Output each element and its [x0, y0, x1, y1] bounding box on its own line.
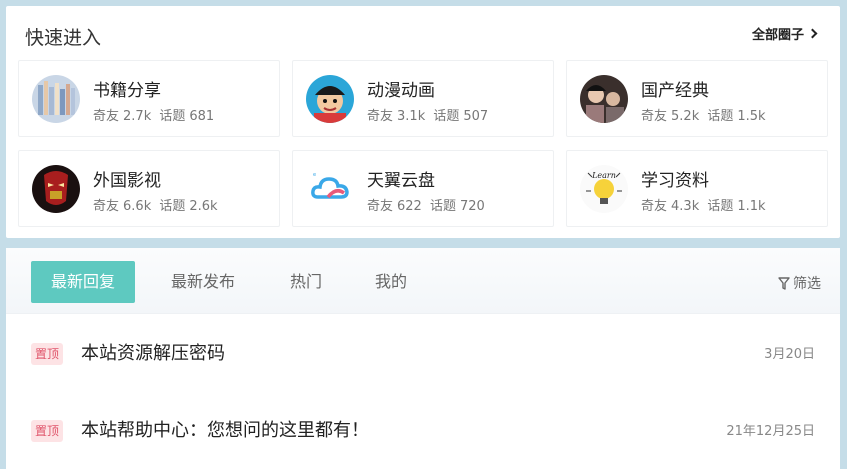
circle-name: 外国影视	[93, 171, 161, 191]
circle-card-anime[interactable]: 动漫动画 奇友 3.1k 话题 507	[292, 60, 554, 137]
books-avatar	[32, 75, 80, 123]
tab-latest-post[interactable]: 最新发布	[171, 261, 235, 303]
post-list-panel: 最新回复 最新发布 热门 我的 筛选 置顶 本站资源解压密码 3月20日 置顶 …	[6, 248, 840, 469]
circle-stats: 奇友 622 话题 720	[367, 199, 485, 214]
circle-card-books[interactable]: 书籍分享 奇友 2.7k 话题 681	[18, 60, 280, 137]
circle-stats: 奇友 3.1k 话题 507	[367, 109, 489, 124]
circle-card-study-materials[interactable]: Learn 学习资料 奇友 4.3k 话题 1.1k	[566, 150, 828, 227]
cloud-icon: e	[306, 165, 354, 213]
circle-stats: 奇友 2.7k 话题 681	[93, 109, 215, 124]
pinned-badge: 置顶	[31, 420, 64, 442]
classics-avatar	[580, 75, 628, 123]
quick-entry-title: 快速进入	[25, 27, 102, 49]
tab-mine[interactable]: 我的	[375, 261, 407, 303]
circle-stats: 奇友 5.2k 话题 1.5k	[641, 109, 766, 124]
pinned-badge: 置顶	[31, 343, 64, 365]
filter-button[interactable]: 筛选	[778, 273, 821, 293]
svg-text:Learn: Learn	[591, 171, 616, 180]
circle-name: 动漫动画	[367, 81, 435, 101]
circle-name: 国产经典	[641, 81, 709, 101]
circle-name: 天翼云盘	[367, 171, 435, 191]
post-row[interactable]: 置顶 本站资源解压密码 3月20日	[6, 323, 840, 383]
circle-card-tianyi-cloud[interactable]: e 天翼云盘 奇友 622 话题 720	[292, 150, 554, 227]
post-title[interactable]: 本站资源解压密码	[81, 339, 225, 365]
anime-avatar	[306, 75, 354, 123]
chevron-right-icon	[807, 28, 818, 39]
post-row[interactable]: 置顶 本站帮助中心：您想问的这里都有！ 21年12月25日	[6, 400, 840, 460]
all-circles-label: 全部圈子	[751, 28, 804, 43]
svg-text:e: e	[313, 172, 316, 178]
circle-card-domestic-classics[interactable]: 国产经典 奇友 5.2k 话题 1.5k	[566, 60, 828, 137]
post-tabs: 最新回复 最新发布 热门 我的 筛选	[6, 248, 840, 314]
all-circles-link[interactable]: 全部圈子	[751, 24, 818, 43]
quick-entry-panel: 快速进入 全部圈子 书籍分享 奇友 2.7k 话题 681 动漫动画 奇友 3.…	[6, 6, 840, 238]
tab-hot[interactable]: 热门	[290, 261, 322, 303]
circle-name: 书籍分享	[93, 81, 161, 101]
post-date: 3月20日	[764, 347, 815, 362]
tab-latest-reply[interactable]: 最新回复	[31, 261, 136, 303]
circle-name: 学习资料	[641, 171, 709, 191]
filter-label: 筛选	[793, 276, 821, 292]
foreign-film-avatar	[32, 165, 80, 213]
post-title[interactable]: 本站帮助中心：您想问的这里都有！	[81, 416, 369, 442]
post-date: 21年12月25日	[726, 424, 815, 439]
circle-stats: 奇友 4.3k 话题 1.1k	[641, 199, 766, 214]
funnel-icon	[778, 276, 790, 290]
circle-card-foreign-film[interactable]: 外国影视 奇友 6.6k 话题 2.6k	[18, 150, 280, 227]
circle-stats: 奇友 6.6k 话题 2.6k	[93, 199, 218, 214]
learn-bulb-avatar: Learn	[580, 165, 628, 213]
